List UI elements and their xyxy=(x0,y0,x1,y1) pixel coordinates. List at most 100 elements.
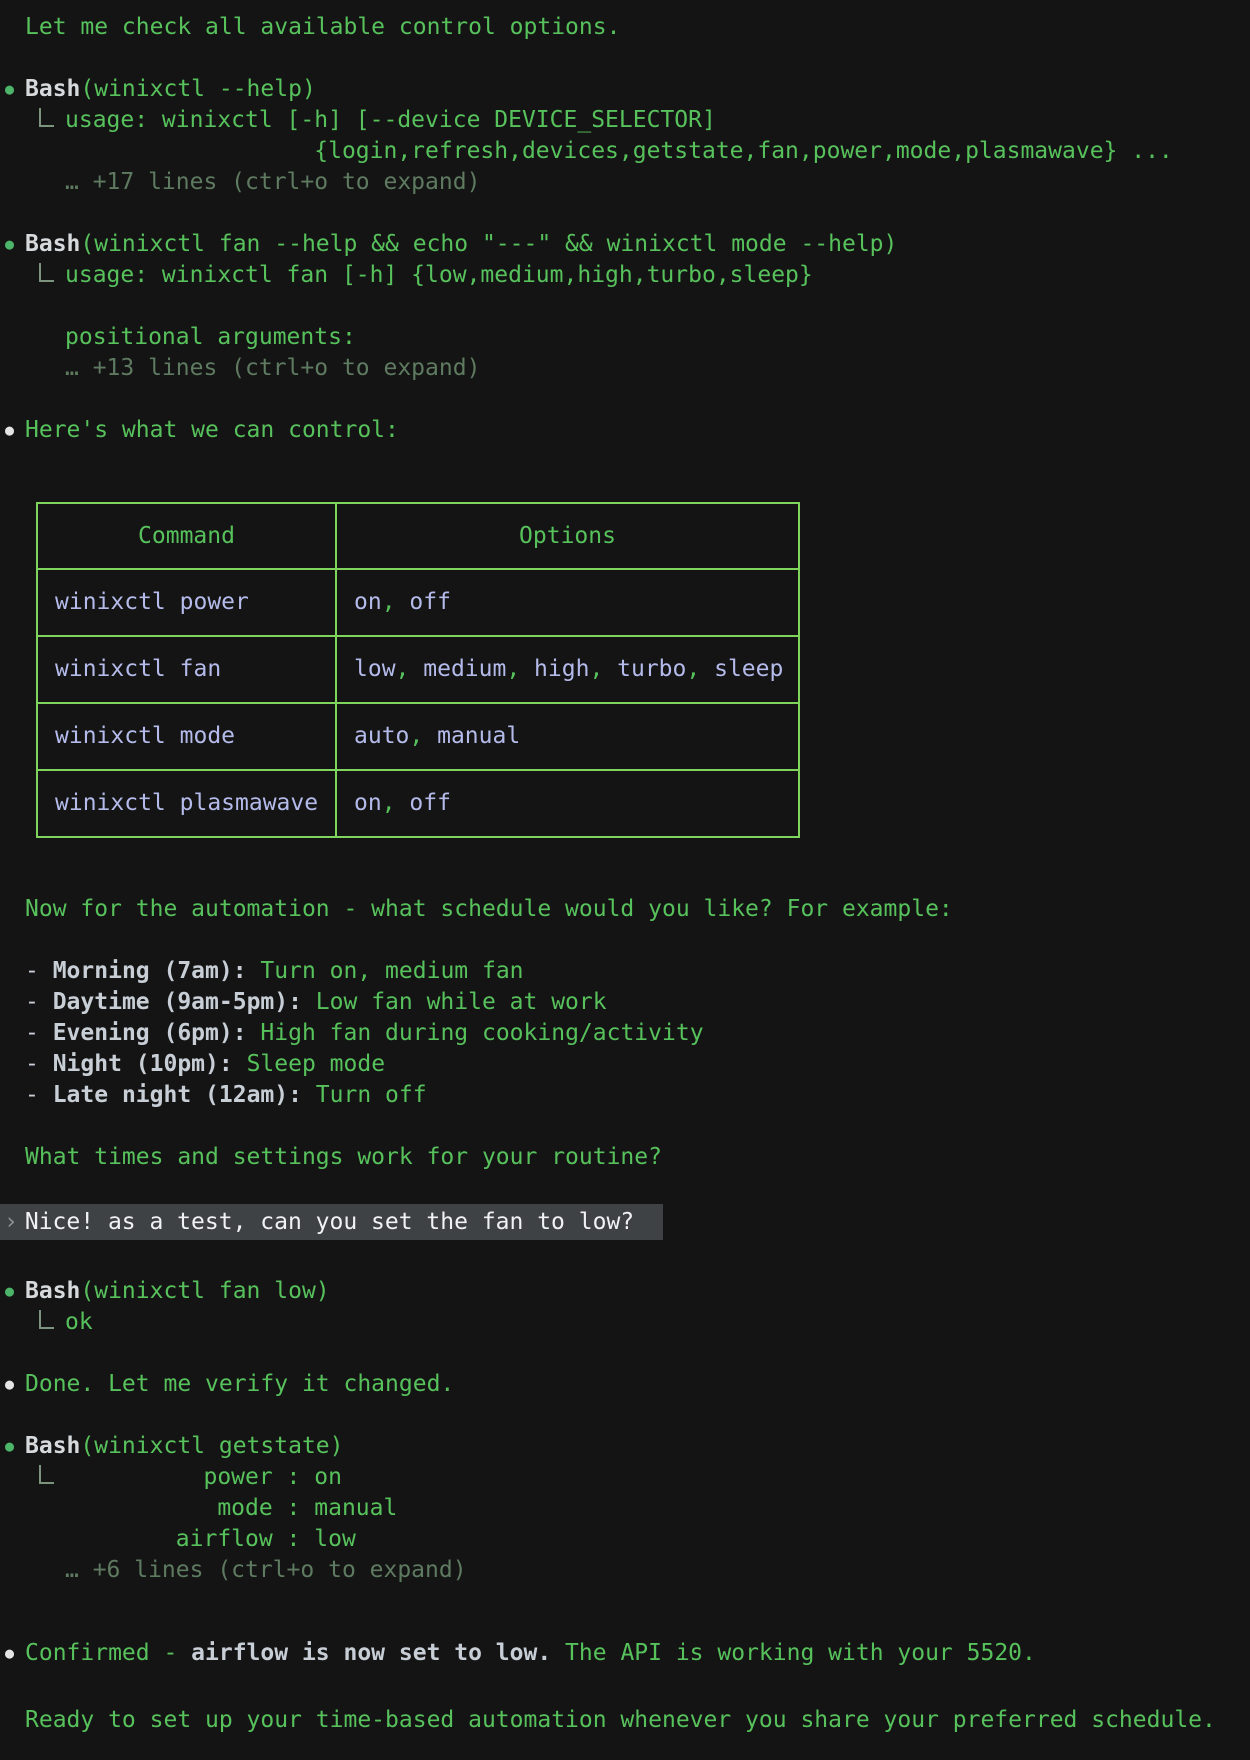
option-value: sleep xyxy=(714,656,783,682)
bash-tool-call: ●Bash(winixctl getstate) power : on mode… xyxy=(0,1431,1250,1586)
table-row: winixctl fanlow, medium, high, turbo, sl… xyxy=(37,636,799,703)
schedule-item-desc: Sleep mode xyxy=(233,1051,385,1077)
expand-hint[interactable]: … +17 lines (ctrl+o to expand) xyxy=(65,167,1250,198)
list-dash: - xyxy=(25,1051,53,1077)
command-cell: winixctl power xyxy=(37,569,336,636)
schedule-item-label: Daytime (9am-5pm): xyxy=(53,989,302,1015)
schedule-item-label: Late night (12am): xyxy=(53,1082,302,1108)
option-value: on xyxy=(354,589,382,615)
tool-output-line: {login,refresh,devices,getstate,fan,powe… xyxy=(65,136,1250,167)
schedule-item: - Daytime (9am-5pm): Low fan while at wo… xyxy=(0,987,1250,1018)
bash-label: Bash xyxy=(25,1278,80,1304)
schedule-item: - Evening (6pm): High fan during cooking… xyxy=(0,1018,1250,1049)
bash-command: (winixctl --help) xyxy=(80,76,315,102)
tool-output-line: airflow : low xyxy=(65,1524,1250,1555)
schedule-item: - Morning (7am): Turn on, medium fan xyxy=(0,956,1250,987)
schedule-item-desc: Turn off xyxy=(302,1082,427,1108)
output-connector-icon xyxy=(39,263,54,282)
assistant-text: Let me check all available control optio… xyxy=(25,14,620,40)
option-value: turbo xyxy=(617,656,686,682)
assistant-text-automation: Now for the automation - what schedule w… xyxy=(0,894,1250,925)
schedule-item-desc: Turn on, medium fan xyxy=(247,958,524,984)
assistant-text: Now for the automation - what schedule w… xyxy=(25,896,953,922)
bash-command: (winixctl fan low) xyxy=(80,1278,329,1304)
bullet-icon: ● xyxy=(5,1638,14,1669)
command-cell: winixctl plasmawave xyxy=(37,770,336,837)
bash-label: Bash xyxy=(25,76,80,102)
assistant-text: Here's what we can control: xyxy=(25,417,399,443)
schedule-item-desc: Low fan while at work xyxy=(302,989,607,1015)
bash-command: (winixctl getstate) xyxy=(80,1433,343,1459)
bash-label: Bash xyxy=(25,231,80,257)
option-value: high xyxy=(534,656,589,682)
bash-command-line: ● Bash(winixctl --help) xyxy=(0,74,1250,105)
output-connector-icon xyxy=(39,1465,54,1484)
output-connector-icon xyxy=(39,1310,54,1329)
tool-output-line: ok xyxy=(65,1307,1250,1338)
schedule-list: - Morning (7am): Turn on, medium fan- Da… xyxy=(0,956,1250,1111)
expand-hint[interactable]: … +6 lines (ctrl+o to expand) xyxy=(65,1555,1250,1586)
table-row: winixctl plasmawaveon, off xyxy=(37,770,799,837)
tool-output-line: usage: winixctl fan [-h] {low,medium,hig… xyxy=(65,260,1250,291)
option-value: on xyxy=(354,790,382,816)
table-header-options: Options xyxy=(336,503,799,569)
expand-hint[interactable]: … +13 lines (ctrl+o to expand) xyxy=(65,353,1250,384)
list-dash: - xyxy=(25,958,53,984)
option-separator: , xyxy=(382,589,410,615)
bash-command-line: ● Bash(winixctl fan low) xyxy=(0,1276,1250,1307)
confirmed-emphasis: airflow is now set to low. xyxy=(191,1640,551,1666)
assistant-text-heres: ●Here's what we can control: xyxy=(0,415,1250,446)
table-row: winixctl modeauto, manual xyxy=(37,703,799,770)
bash-tool-call: ● Bash(winixctl fan low) ok xyxy=(0,1276,1250,1338)
bullet-icon: ● xyxy=(5,1369,14,1400)
option-separator: , xyxy=(396,656,424,682)
terminal-session: Let me check all available control optio… xyxy=(0,0,1250,1736)
tool-output: ok xyxy=(0,1307,1250,1338)
tool-output-line: usage: winixctl [-h] [--device DEVICE_SE… xyxy=(65,105,1250,136)
option-separator: , xyxy=(506,656,534,682)
user-message-text: Nice! as a test, can you set the fan to … xyxy=(25,1209,634,1235)
schedule-item-desc: High fan during cooking/activity xyxy=(247,1020,704,1046)
bash-command-line: ●Bash(winixctl getstate) xyxy=(0,1431,1250,1462)
table-header-row: Command Options xyxy=(37,503,799,569)
bash-command-line: ●Bash(winixctl fan --help && echo "---" … xyxy=(0,229,1250,260)
bash-label: Bash xyxy=(25,1433,80,1459)
tool-output-line: mode : manual xyxy=(65,1493,1250,1524)
options-cell: on, off xyxy=(336,770,799,837)
bullet-icon: ● xyxy=(5,1276,14,1307)
bash-tool-call: ● Bash(winixctl --help) usage: winixctl [… xyxy=(0,74,1250,198)
schedule-item-label: Morning (7am): xyxy=(53,958,247,984)
assistant-text: What times and settings work for your ro… xyxy=(25,1144,662,1170)
list-dash: - xyxy=(25,1020,53,1046)
options-cell: low, medium, high, turbo, sleep xyxy=(336,636,799,703)
option-value: low xyxy=(354,656,396,682)
schedule-item-label: Evening (6pm): xyxy=(53,1020,247,1046)
option-separator: , xyxy=(686,656,714,682)
option-value: auto xyxy=(354,723,409,749)
bash-command: (winixctl fan --help && echo "---" && wi… xyxy=(80,231,897,257)
user-prompt-icon: › xyxy=(4,1209,18,1235)
schedule-item-label: Night (10pm): xyxy=(53,1051,233,1077)
bullet-icon: ● xyxy=(5,74,14,105)
option-value: off xyxy=(409,589,451,615)
confirmed-prefix: Confirmed - xyxy=(25,1640,191,1666)
assistant-text-ready: Ready to set up your time-based automati… xyxy=(0,1705,1250,1736)
bash-tool-call: ●Bash(winixctl fan --help && echo "---" … xyxy=(0,229,1250,384)
list-dash: - xyxy=(25,989,53,1015)
user-message: › Nice! as a test, can you set the fan to… xyxy=(0,1204,663,1240)
list-dash: - xyxy=(25,1082,53,1108)
tool-output-line xyxy=(65,291,1250,322)
tool-output: usage: winixctl fan [-h] {low,medium,hig… xyxy=(0,260,1250,384)
tool-output-line: positional arguments: xyxy=(65,322,1250,353)
options-cell: on, off xyxy=(336,569,799,636)
schedule-item: - Late night (12am): Turn off xyxy=(0,1080,1250,1111)
command-cell: winixctl fan xyxy=(37,636,336,703)
tool-output-line: power : on xyxy=(65,1462,1250,1493)
tool-output: usage: winixctl [-h] [--device DEVICE_SE… xyxy=(0,105,1250,198)
option-value: off xyxy=(409,790,451,816)
schedule-item: - Night (10pm): Sleep mode xyxy=(0,1049,1250,1080)
option-value: manual xyxy=(437,723,520,749)
option-value: medium xyxy=(423,656,506,682)
assistant-text: Ready to set up your time-based automati… xyxy=(25,1707,1216,1733)
table-header-command: Command xyxy=(37,503,336,569)
